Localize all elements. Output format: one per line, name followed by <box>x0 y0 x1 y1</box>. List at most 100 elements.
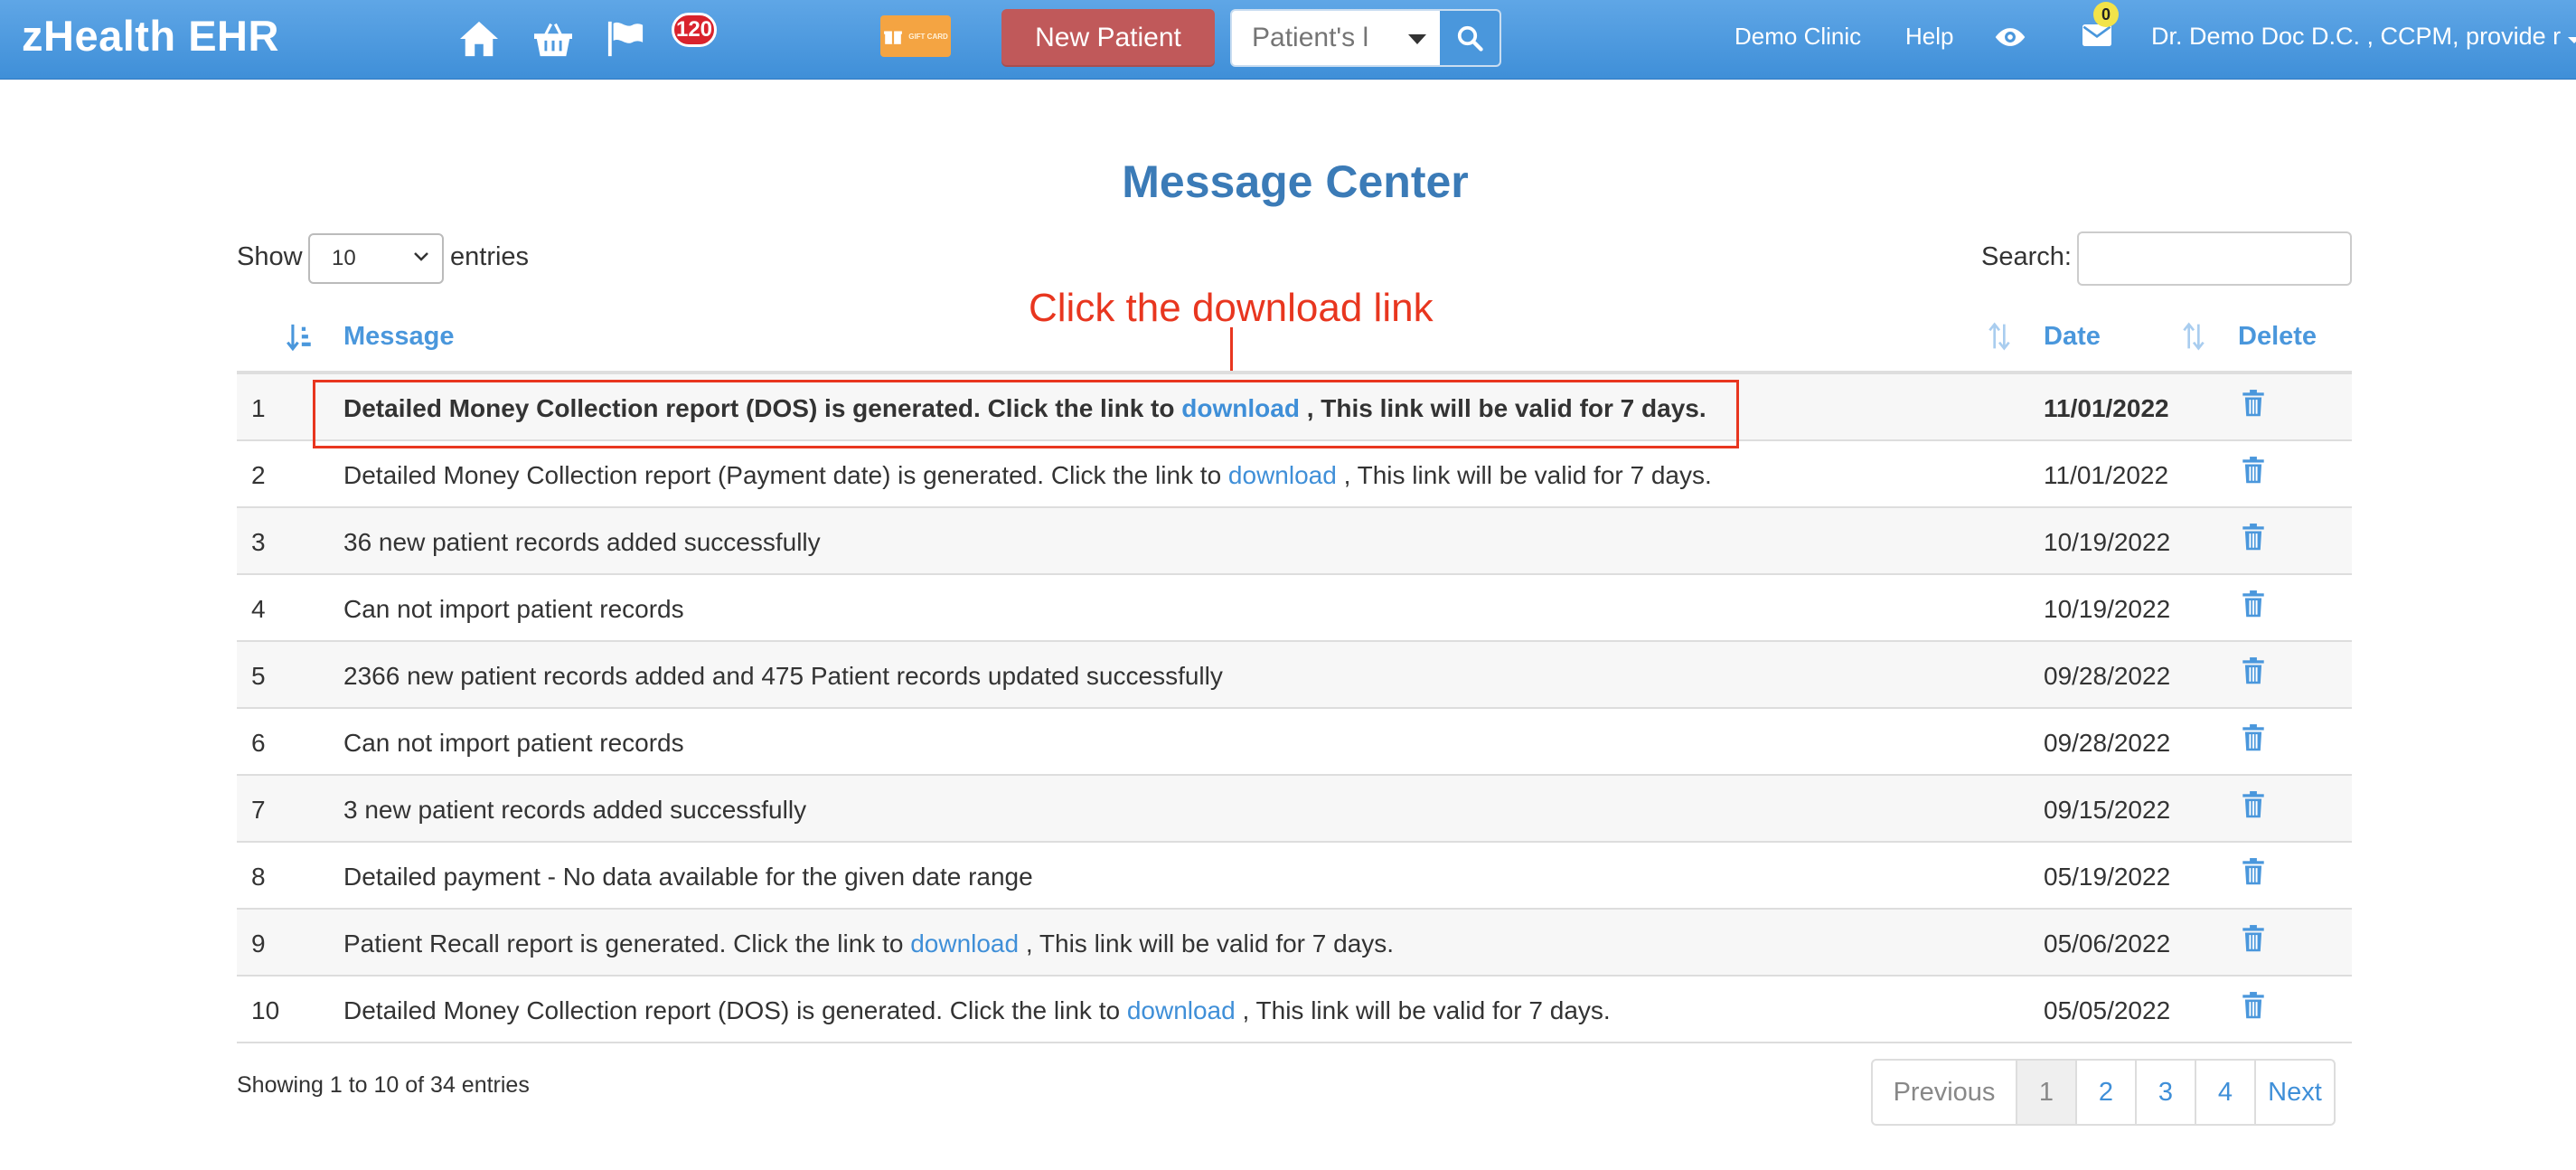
page-title: Message Center <box>1122 156 1469 207</box>
sort-message-icon[interactable] <box>1987 322 2012 355</box>
header-date[interactable]: Date <box>2044 322 2101 352</box>
trash-icon[interactable] <box>2242 790 2265 824</box>
flag-icon[interactable] <box>601 16 650 61</box>
row-message: Detailed Money Collection report (Paymen… <box>343 461 1712 490</box>
chevron-down-icon <box>414 252 428 261</box>
pagination-previous[interactable]: Previous <box>1873 1061 2016 1124</box>
row-number: 10 <box>251 996 280 1024</box>
user-menu[interactable]: Dr. Demo Doc D.C. , CCPM, provide r <box>2151 23 2576 51</box>
row-message: Detailed Money Collection report (DOS) i… <box>343 996 1611 1025</box>
user-name: Dr. Demo Doc D.C. , CCPM, provide r <box>2151 23 2562 50</box>
nav-demo-clinic[interactable]: Demo Clinic <box>1735 23 1861 51</box>
sort-date-icon[interactable] <box>2181 322 2206 355</box>
pagination-page-2[interactable]: 2 <box>2075 1061 2135 1124</box>
row-message: 2366 new patient records added and 475 P… <box>343 662 1223 691</box>
entries-select-value: 10 <box>332 246 356 270</box>
row-date: 05/05/2022 <box>2044 996 2171 1024</box>
download-link[interactable]: download <box>1228 461 1337 489</box>
row-message-text: 3 new patient records added successfully <box>343 796 807 824</box>
trash-icon[interactable] <box>2242 456 2265 489</box>
trash-icon[interactable] <box>2242 924 2265 958</box>
search-icon[interactable] <box>1440 11 1500 65</box>
trash-icon[interactable] <box>2242 523 2265 556</box>
top-navbar: zHealth EHR 120 GIFT CARD New Patient De… <box>0 0 2576 80</box>
trash-icon[interactable] <box>2242 991 2265 1024</box>
row-message: Can not import patient records <box>343 729 684 758</box>
row-message: 36 new patient records added successfull… <box>343 528 821 557</box>
table-row: 9 Patient Recall report is generated. Cli… <box>237 910 2352 977</box>
row-date: 09/28/2022 <box>2044 729 2171 757</box>
table-search-input[interactable] <box>2077 231 2352 286</box>
row-number: 7 <box>251 796 266 824</box>
notification-badge[interactable]: 120 <box>672 13 717 47</box>
download-link[interactable]: download <box>1127 996 1236 1024</box>
annotation-highlight-box <box>313 380 1739 448</box>
row-message-suffix: , This link will be valid for 7 days. <box>1235 996 1611 1024</box>
table-row: 3 36 new patient records added successful… <box>237 508 2352 575</box>
table-row: 2 Detailed Money Collection report (Payme… <box>237 441 2352 508</box>
trash-icon[interactable] <box>2242 389 2265 422</box>
header-delete: Delete <box>2238 322 2317 351</box>
home-icon[interactable] <box>455 16 503 61</box>
header-message[interactable]: Message <box>343 322 455 352</box>
row-message: Can not import patient records <box>343 595 684 624</box>
patient-search-input[interactable] <box>1232 11 1386 65</box>
chevron-down-icon[interactable] <box>1400 27 1434 52</box>
row-date: 11/01/2022 <box>2044 394 2169 422</box>
table-row: 10 Detailed Money Collection report (DOS)… <box>237 977 2352 1043</box>
pagination: Previous 1 2 3 4 Next <box>1871 1059 2336 1126</box>
entries-label: entries <box>450 242 530 271</box>
row-date: 11/01/2022 <box>2044 461 2169 489</box>
row-number: 1 <box>251 394 266 422</box>
table-row: 8 Detailed payment - No data available fo… <box>237 843 2352 910</box>
basket-icon[interactable] <box>529 16 578 61</box>
row-message-text: 36 new patient records added successfull… <box>343 528 821 556</box>
pagination-page-4[interactable]: 4 <box>2195 1061 2254 1124</box>
table-row: 7 3 new patient records added successfull… <box>237 776 2352 843</box>
download-link[interactable]: download <box>910 929 1019 958</box>
row-message: Patient Recall report is generated. Clic… <box>343 929 1394 958</box>
row-date: 05/06/2022 <box>2044 929 2171 958</box>
trash-icon[interactable] <box>2242 723 2265 757</box>
eye-icon[interactable] <box>1986 14 2035 60</box>
new-patient-button[interactable]: New Patient <box>1001 9 1215 67</box>
gift-card-label: GIFT CARD <box>908 32 948 41</box>
trash-icon[interactable] <box>2242 656 2265 690</box>
pagination-page-3[interactable]: 3 <box>2135 1061 2195 1124</box>
messages-badge: 0 <box>2093 2 2119 27</box>
patient-search-group <box>1230 9 1501 67</box>
row-message-suffix: , This link will be valid for 7 days. <box>1019 929 1395 958</box>
pagination-next[interactable]: Next <box>2254 1061 2334 1124</box>
trash-icon[interactable] <box>2242 590 2265 623</box>
caret-down-icon <box>2567 37 2576 43</box>
show-label: Show <box>237 242 303 271</box>
brand-logo[interactable]: zHealth EHR <box>22 11 279 61</box>
row-date: 09/15/2022 <box>2044 796 2171 824</box>
row-number: 3 <box>251 528 266 556</box>
row-message-text: 2366 new patient records added and 475 P… <box>343 662 1223 690</box>
nav-help[interactable]: Help <box>1905 23 1953 51</box>
row-number: 6 <box>251 729 266 757</box>
row-message-text: Detailed Money Collection report (Paymen… <box>343 461 1228 489</box>
pagination-page-1[interactable]: 1 <box>2016 1061 2075 1124</box>
sort-number-icon[interactable] <box>286 322 313 357</box>
row-message-text: Can not import patient records <box>343 595 684 623</box>
table-row: 5 2366 new patient records added and 475 … <box>237 642 2352 709</box>
entries-select[interactable]: 10 <box>308 233 444 284</box>
row-message-text: Can not import patient records <box>343 729 684 757</box>
row-number: 2 <box>251 461 266 489</box>
row-message-text: Detailed payment - No data available for… <box>343 863 1033 891</box>
table-info: Showing 1 to 10 of 34 entries <box>237 1072 530 1098</box>
row-date: 10/19/2022 <box>2044 595 2171 623</box>
row-number: 5 <box>251 662 266 690</box>
annotation-text: Click the download link <box>1029 286 1434 330</box>
row-number: 9 <box>251 929 266 958</box>
row-message: Detailed payment - No data available for… <box>343 863 1033 892</box>
row-date: 09/28/2022 <box>2044 662 2171 690</box>
row-message: 3 new patient records added successfully <box>343 796 806 825</box>
row-message-text: Detailed Money Collection report (DOS) i… <box>343 996 1127 1024</box>
row-date: 10/19/2022 <box>2044 528 2171 556</box>
gift-card-icon[interactable]: GIFT CARD <box>880 15 951 57</box>
trash-icon[interactable] <box>2242 857 2265 891</box>
row-number: 4 <box>251 595 266 623</box>
